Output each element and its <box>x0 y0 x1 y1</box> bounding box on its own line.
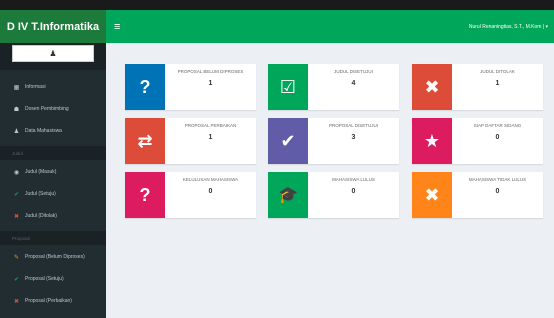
check-square-icon: ☑ <box>268 64 308 110</box>
info-box-siap-daftar-sidang[interactable]: ★ SIAP DAFTAR SIDANG 0 <box>412 118 543 164</box>
info-box-proposal-disetujui[interactable]: ✔ PROPOSAL DISETUJUI 3 <box>268 118 399 164</box>
info-box-value: 1 <box>208 134 213 141</box>
circle-icon: ◉ <box>13 169 20 176</box>
info-box-proposal-belum-diproses[interactable]: ? PROPOSAL BELUM DIPROSES 1 <box>125 64 256 110</box>
user-icon: ♟ <box>13 128 20 135</box>
info-box-label: SIAP DAFTAR SIDANG <box>473 123 522 128</box>
sidebar-item-proposal-perbaikan[interactable]: ✖ Proposal (Perbaikan) <box>0 290 106 312</box>
sidebar-item-label: Judul (Ditolak) <box>25 213 57 219</box>
sidebar-item-label: Proposal (Setuju) <box>25 276 64 282</box>
sidebar-item-judul-ditolak[interactable]: ✖ Judul (Ditolak) <box>0 205 106 227</box>
sidebar: ♟ ▦ Informasi ☗ Dosen Pembimbing ♟ Data … <box>0 43 106 318</box>
info-box-value: 0 <box>495 134 500 141</box>
star-icon: ★ <box>412 118 452 164</box>
info-box-mahasiswa-lulus[interactable]: 🎓 MAHASISWA LULUS 0 <box>268 172 399 218</box>
info-box-value: 0 <box>208 188 213 195</box>
info-box-value: 3 <box>351 134 356 141</box>
brand-logo[interactable]: D IV T.Informatika <box>0 10 106 43</box>
times-icon: ✖ <box>412 64 452 110</box>
retweet-icon: ⇄ <box>125 118 165 164</box>
check-icon: ✔ <box>268 118 308 164</box>
info-box-value: 0 <box>495 188 500 195</box>
times-icon: ✖ <box>13 213 20 220</box>
sidebar-item-label: Judul (Masuk) <box>25 169 57 175</box>
info-box-value: 0 <box>351 188 356 195</box>
user-menu[interactable]: Nurul Renaningtias, S.T., M.Kom | ▾ <box>469 10 548 43</box>
sidebar-item-judul-masuk[interactable]: ◉ Judul (Masuk) <box>0 161 106 183</box>
sidebar-item-label: Proposal (Belum Diproses) <box>25 254 85 260</box>
sidebar-item-label: Proposal (Perbaikan) <box>25 298 72 304</box>
sidebar-header-judul: Judul <box>0 146 106 160</box>
sidebar-item-data-mahasiswa[interactable]: ♟ Data Mahasiswa <box>0 120 106 142</box>
info-box-label: PROPOSAL BELUM DIPROSES <box>177 69 244 74</box>
sidebar-item-dosen-pembimbing[interactable]: ☗ Dosen Pembimbing <box>0 98 106 120</box>
user-icon[interactable]: ♟ <box>12 45 94 62</box>
info-box-value: 1 <box>495 80 500 87</box>
check-icon: ✔ <box>13 276 20 283</box>
sidebar-item-proposal-setuju[interactable]: ✔ Proposal (Setuju) <box>0 268 106 290</box>
info-box-kelulusan-mahasiswa[interactable]: ? KELULUSAN MAHASISWA 0 <box>125 172 256 218</box>
info-box-mahasiswa-tidak-lulus[interactable]: ✖ MAHASISWA TIDAK LULUS 0 <box>412 172 543 218</box>
info-box-judul-ditolak[interactable]: ✖ JUDUL DITOLAK 1 <box>412 64 543 110</box>
check-icon: ✔ <box>13 191 20 198</box>
info-box-label: MAHASISWA LULUS <box>332 177 375 182</box>
info-box-label: MAHASISWA TIDAK LULUS <box>468 177 527 182</box>
info-box-label: JUDUL DITOLAK <box>480 69 515 74</box>
sidebar-item-label: Data Mahasiswa <box>25 128 62 134</box>
users-icon: ☗ <box>13 106 20 113</box>
sidebar-item-judul-setuju[interactable]: ✔ Judul (Setuju) <box>0 183 106 205</box>
sidebar-item-proposal-belum-diproses[interactable]: ✎ Proposal (Belum Diproses) <box>0 246 106 268</box>
sidebar-toggle-icon[interactable]: ≡ <box>114 10 120 43</box>
question-icon: ? <box>125 172 165 218</box>
graduation-cap-icon: 🎓 <box>268 172 308 218</box>
info-box-proposal-perbaikan[interactable]: ⇄ PROPOSAL PERBAIKAN 1 <box>125 118 256 164</box>
sidebar-item-informasi[interactable]: ▦ Informasi <box>0 76 106 98</box>
sidebar-header-proposal: Proposal <box>0 231 106 245</box>
info-box-label: KELULUSAN MAHASISWA <box>182 177 239 182</box>
sidebar-item-label: Informasi <box>25 84 46 90</box>
grid-icon: ▦ <box>13 84 20 91</box>
info-box-judul-disetujui[interactable]: ☑ JUDUL DISETUJUI 4 <box>268 64 399 110</box>
top-navbar: ≡ Nurul Renaningtias, S.T., M.Kom | ▾ <box>106 10 554 43</box>
user-panel: ♟ <box>0 43 106 70</box>
sidebar-item-label: Dosen Pembimbing <box>25 106 69 112</box>
window-top-strip <box>0 0 554 10</box>
info-box-label: PROPOSAL PERBAIKAN <box>184 123 237 128</box>
info-box-value: 1 <box>208 80 213 87</box>
info-box-label: PROPOSAL DISETUJUI <box>328 123 379 128</box>
times-icon: ✖ <box>412 172 452 218</box>
times-icon: ✖ <box>13 298 20 305</box>
sidebar-item-label: Judul (Setuju) <box>25 191 56 197</box>
question-icon: ? <box>125 64 165 110</box>
info-box-value: 4 <box>351 80 356 87</box>
info-box-label: JUDUL DISETUJUI <box>334 69 373 74</box>
pencil-icon: ✎ <box>13 254 20 261</box>
